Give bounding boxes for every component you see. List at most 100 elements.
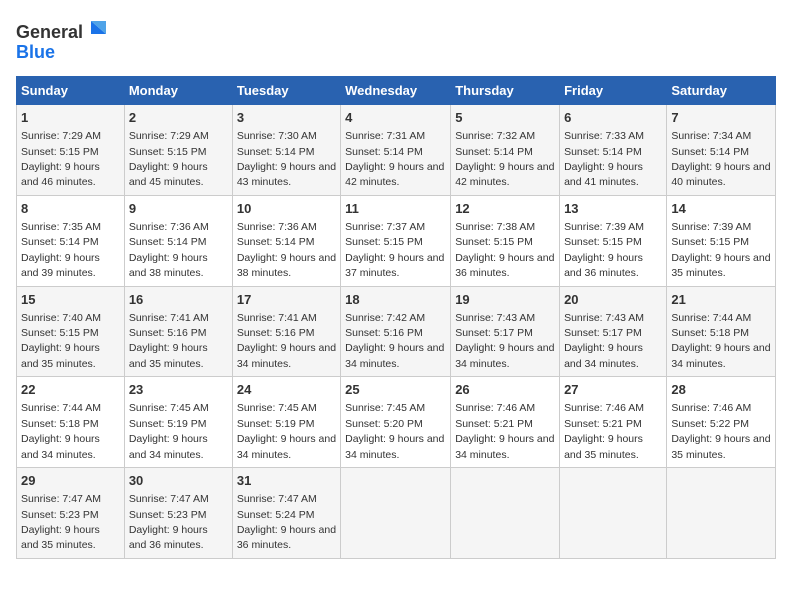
calendar-cell: 19 Sunrise: 7:43 AMSunset: 5:17 PMDayligh… <box>451 286 560 377</box>
day-info: Sunrise: 7:31 AMSunset: 5:14 PMDaylight:… <box>345 130 444 188</box>
day-number: 7 <box>671 109 771 127</box>
calendar-cell: 17Sunrise: 7:41 AMSunset: 5:16 PMDayligh… <box>232 286 340 377</box>
calendar-cell: 15 Sunrise: 7:40 AMSunset: 5:15 PMDayligh… <box>17 286 125 377</box>
calendar-cell: 12 Sunrise: 7:38 AMSunset: 5:15 PMDayligh… <box>451 195 560 286</box>
calendar-cell: 25 Sunrise: 7:45 AMSunset: 5:20 PMDayligh… <box>341 377 451 468</box>
day-info: Sunrise: 7:45 AMSunset: 5:19 PMDaylight:… <box>129 402 209 460</box>
calendar-cell: 5 Sunrise: 7:32 AMSunset: 5:14 PMDaylight… <box>451 105 560 196</box>
day-number: 25 <box>345 381 446 399</box>
day-info: Sunrise: 7:29 AMSunset: 5:15 PMDaylight:… <box>21 130 101 188</box>
calendar-cell: 16Sunrise: 7:41 AMSunset: 5:16 PMDayligh… <box>124 286 232 377</box>
calendar-cell: 30Sunrise: 7:47 AMSunset: 5:23 PMDayligh… <box>124 468 232 559</box>
day-number: 18 <box>345 291 446 309</box>
calendar-cell <box>667 468 776 559</box>
day-info: Sunrise: 7:34 AMSunset: 5:14 PMDaylight:… <box>671 130 770 188</box>
calendar-week-row: 15 Sunrise: 7:40 AMSunset: 5:15 PMDayligh… <box>17 286 776 377</box>
weekday-header-monday: Monday <box>124 77 232 105</box>
day-number: 14 <box>671 200 771 218</box>
calendar-cell: 3 Sunrise: 7:30 AMSunset: 5:14 PMDaylight… <box>232 105 340 196</box>
day-info: Sunrise: 7:46 AMSunset: 5:21 PMDaylight:… <box>455 402 554 460</box>
day-number: 10 <box>237 200 336 218</box>
day-number: 23 <box>129 381 228 399</box>
day-number: 13 <box>564 200 662 218</box>
day-info: Sunrise: 7:39 AMSunset: 5:15 PMDaylight:… <box>564 221 644 279</box>
calendar-cell: 27 Sunrise: 7:46 AMSunset: 5:21 PMDayligh… <box>560 377 667 468</box>
calendar-week-row: 8 Sunrise: 7:35 AMSunset: 5:14 PMDaylight… <box>17 195 776 286</box>
day-info: Sunrise: 7:36 AMSunset: 5:14 PMDaylight:… <box>237 221 336 279</box>
day-number: 19 <box>455 291 555 309</box>
calendar-table: SundayMondayTuesdayWednesdayThursdayFrid… <box>16 76 776 559</box>
day-info: Sunrise: 7:45 AMSunset: 5:20 PMDaylight:… <box>345 402 444 460</box>
svg-text:General: General <box>16 22 83 42</box>
calendar-week-row: 1 Sunrise: 7:29 AMSunset: 5:15 PMDaylight… <box>17 105 776 196</box>
day-info: Sunrise: 7:40 AMSunset: 5:15 PMDaylight:… <box>21 312 101 370</box>
day-number: 9 <box>129 200 228 218</box>
calendar-cell: 31Sunrise: 7:47 AMSunset: 5:24 PMDayligh… <box>232 468 340 559</box>
calendar-cell: 1 Sunrise: 7:29 AMSunset: 5:15 PMDaylight… <box>17 105 125 196</box>
calendar-cell <box>560 468 667 559</box>
day-info: Sunrise: 7:47 AMSunset: 5:23 PMDaylight:… <box>129 493 209 551</box>
day-info: Sunrise: 7:46 AMSunset: 5:21 PMDaylight:… <box>564 402 644 460</box>
calendar-cell: 28 Sunrise: 7:46 AMSunset: 5:22 PMDayligh… <box>667 377 776 468</box>
day-info: Sunrise: 7:29 AMSunset: 5:15 PMDaylight:… <box>129 130 209 188</box>
weekday-header-thursday: Thursday <box>451 77 560 105</box>
weekday-header-wednesday: Wednesday <box>341 77 451 105</box>
calendar-cell: 24 Sunrise: 7:45 AMSunset: 5:19 PMDayligh… <box>232 377 340 468</box>
day-number: 17 <box>237 291 336 309</box>
calendar-cell: 18 Sunrise: 7:42 AMSunset: 5:16 PMDayligh… <box>341 286 451 377</box>
calendar-cell: 10 Sunrise: 7:36 AMSunset: 5:14 PMDayligh… <box>232 195 340 286</box>
day-number: 5 <box>455 109 555 127</box>
day-number: 15 <box>21 291 120 309</box>
day-info: Sunrise: 7:30 AMSunset: 5:14 PMDaylight:… <box>237 130 336 188</box>
calendar-cell: 20 Sunrise: 7:43 AMSunset: 5:17 PMDayligh… <box>560 286 667 377</box>
day-info: Sunrise: 7:35 AMSunset: 5:14 PMDaylight:… <box>21 221 101 279</box>
calendar-cell: 2Sunrise: 7:29 AMSunset: 5:15 PMDaylight… <box>124 105 232 196</box>
day-number: 6 <box>564 109 662 127</box>
calendar-cell: 21 Sunrise: 7:44 AMSunset: 5:18 PMDayligh… <box>667 286 776 377</box>
calendar-cell: 22 Sunrise: 7:44 AMSunset: 5:18 PMDayligh… <box>17 377 125 468</box>
logo-icon: General Blue <box>16 16 106 66</box>
day-info: Sunrise: 7:43 AMSunset: 5:17 PMDaylight:… <box>455 312 554 370</box>
day-info: Sunrise: 7:45 AMSunset: 5:19 PMDaylight:… <box>237 402 336 460</box>
day-info: Sunrise: 7:38 AMSunset: 5:15 PMDaylight:… <box>455 221 554 279</box>
day-number: 31 <box>237 472 336 490</box>
calendar-cell: 11 Sunrise: 7:37 AMSunset: 5:15 PMDayligh… <box>341 195 451 286</box>
calendar-cell <box>451 468 560 559</box>
day-number: 11 <box>345 200 446 218</box>
calendar-week-row: 29 Sunrise: 7:47 AMSunset: 5:23 PMDayligh… <box>17 468 776 559</box>
day-number: 4 <box>345 109 446 127</box>
day-info: Sunrise: 7:39 AMSunset: 5:15 PMDaylight:… <box>671 221 770 279</box>
day-info: Sunrise: 7:32 AMSunset: 5:14 PMDaylight:… <box>455 130 554 188</box>
day-number: 28 <box>671 381 771 399</box>
day-number: 26 <box>455 381 555 399</box>
calendar-cell: 8 Sunrise: 7:35 AMSunset: 5:14 PMDaylight… <box>17 195 125 286</box>
day-info: Sunrise: 7:44 AMSunset: 5:18 PMDaylight:… <box>21 402 101 460</box>
day-number: 20 <box>564 291 662 309</box>
day-info: Sunrise: 7:46 AMSunset: 5:22 PMDaylight:… <box>671 402 770 460</box>
day-number: 12 <box>455 200 555 218</box>
logo: General Blue <box>16 16 106 66</box>
calendar-cell: 4 Sunrise: 7:31 AMSunset: 5:14 PMDaylight… <box>341 105 451 196</box>
day-info: Sunrise: 7:41 AMSunset: 5:16 PMDaylight:… <box>129 312 209 370</box>
calendar-cell: 14 Sunrise: 7:39 AMSunset: 5:15 PMDayligh… <box>667 195 776 286</box>
day-info: Sunrise: 7:36 AMSunset: 5:14 PMDaylight:… <box>129 221 209 279</box>
day-number: 27 <box>564 381 662 399</box>
weekday-header-tuesday: Tuesday <box>232 77 340 105</box>
weekday-header-sunday: Sunday <box>17 77 125 105</box>
calendar-cell: 23 Sunrise: 7:45 AMSunset: 5:19 PMDayligh… <box>124 377 232 468</box>
weekday-header-saturday: Saturday <box>667 77 776 105</box>
calendar-cell: 9 Sunrise: 7:36 AMSunset: 5:14 PMDaylight… <box>124 195 232 286</box>
day-info: Sunrise: 7:44 AMSunset: 5:18 PMDaylight:… <box>671 312 770 370</box>
day-info: Sunrise: 7:37 AMSunset: 5:15 PMDaylight:… <box>345 221 444 279</box>
day-number: 29 <box>21 472 120 490</box>
day-number: 3 <box>237 109 336 127</box>
day-number: 8 <box>21 200 120 218</box>
svg-text:Blue: Blue <box>16 42 55 62</box>
day-info: Sunrise: 7:43 AMSunset: 5:17 PMDaylight:… <box>564 312 644 370</box>
calendar-cell: 13 Sunrise: 7:39 AMSunset: 5:15 PMDayligh… <box>560 195 667 286</box>
day-number: 22 <box>21 381 120 399</box>
day-info: Sunrise: 7:42 AMSunset: 5:16 PMDaylight:… <box>345 312 444 370</box>
day-number: 21 <box>671 291 771 309</box>
day-number: 24 <box>237 381 336 399</box>
day-number: 1 <box>21 109 120 127</box>
